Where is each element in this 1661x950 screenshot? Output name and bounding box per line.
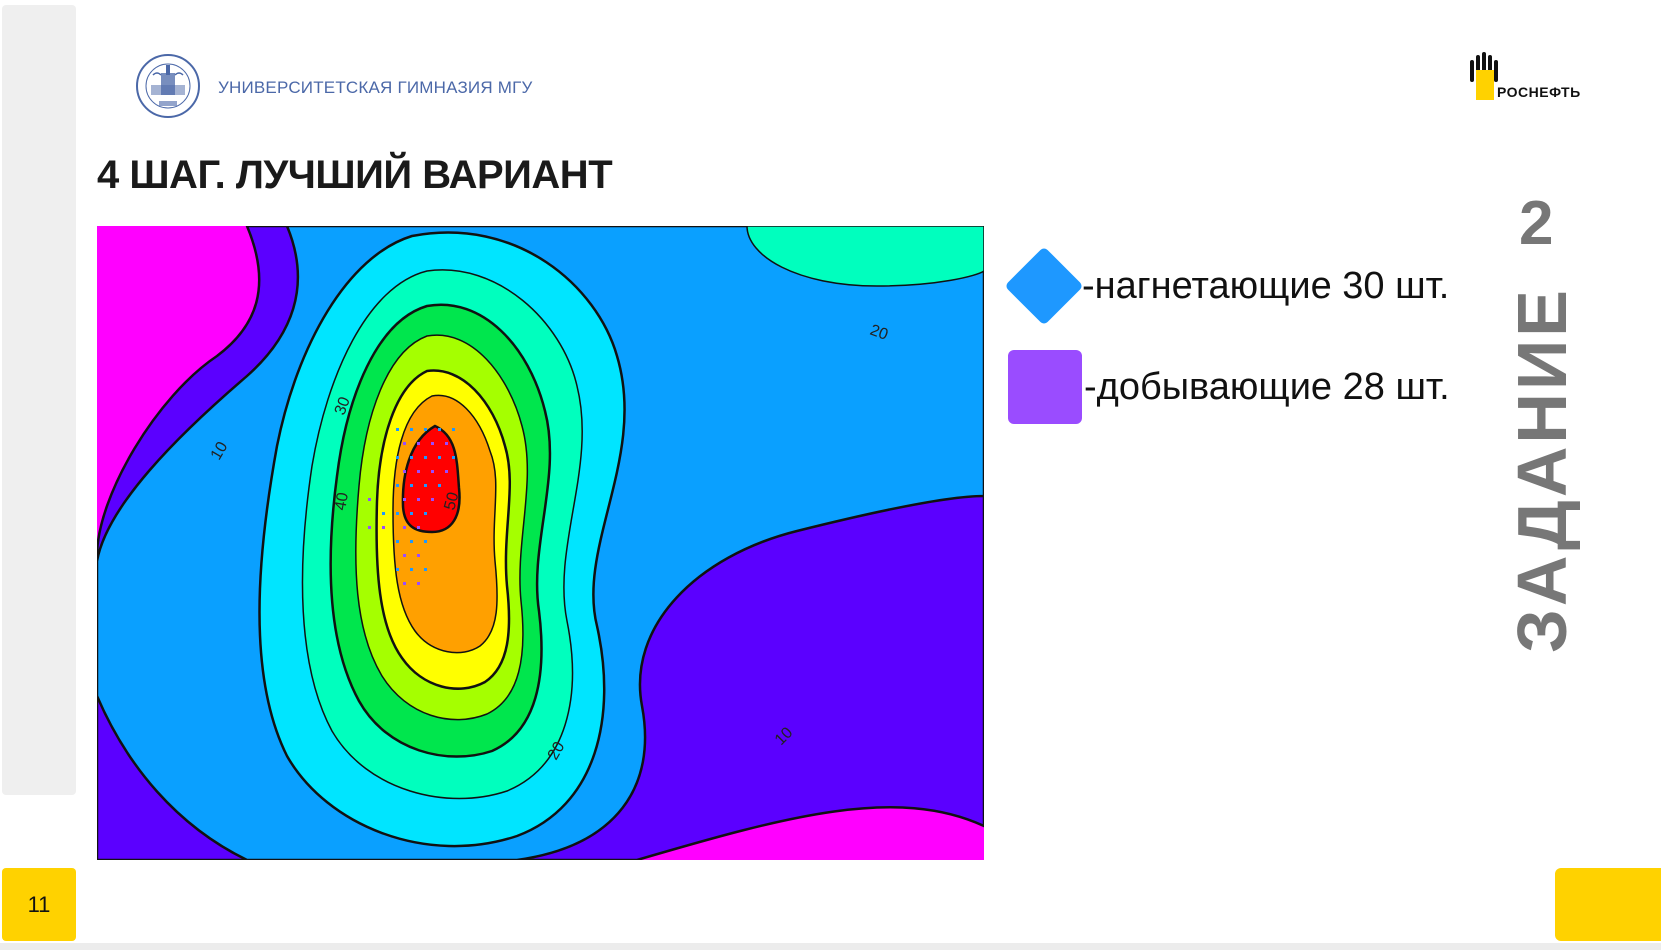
- slide-title: 4 ШАГ. ЛУЧШИЙ ВАРИАНТ: [97, 153, 613, 197]
- corner-accent-badge: [1555, 868, 1661, 941]
- task-label: ЗАДАНИЕ: [1503, 287, 1581, 653]
- task-number: 2: [1519, 189, 1554, 258]
- legend-production-wells: -добывающие 28 шт.: [1008, 350, 1450, 424]
- square-icon: [1008, 350, 1082, 424]
- contour-map: 10 20 30 40 50 20 10: [97, 226, 984, 860]
- legend-injection-label: -нагнетающие 30 шт.: [1082, 264, 1450, 307]
- bottom-bar: [0, 943, 1661, 950]
- msu-gymnasium-logo: [136, 54, 200, 118]
- partner-name: РОСНЕФТЬ: [1497, 84, 1581, 100]
- slide: УНИВЕРСИТЕТСКАЯ ГИМНАЗИЯ МГУ РОСНЕФТЬ 4 …: [0, 0, 1661, 943]
- school-name: УНИВЕРСИТЕТСКАЯ ГИМНАЗИЯ МГУ: [218, 78, 533, 97]
- legend-production-label: -добывающие 28 шт.: [1084, 365, 1450, 408]
- page-number-badge: 11: [2, 868, 76, 941]
- legend-injection-wells: -нагнетающие 30 шт.: [1004, 246, 1450, 326]
- diamond-icon: [1004, 246, 1084, 326]
- left-sidebar-strip: [2, 5, 76, 795]
- contour-label-40: 40: [332, 491, 352, 512]
